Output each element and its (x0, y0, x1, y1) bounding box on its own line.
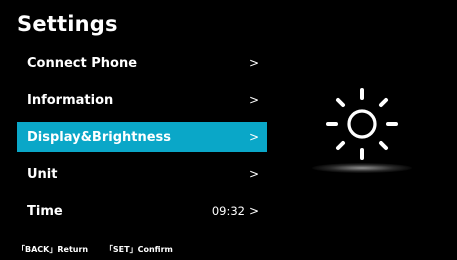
time-value: 09:32 (211, 204, 245, 218)
menu-item-information[interactable]: Information > (17, 85, 267, 115)
chevron-right-icon: > (249, 93, 260, 107)
page-title: Settings (17, 12, 118, 36)
settings-screen: Settings Connect Phone > Information > D… (0, 0, 457, 260)
footer-hints: 「BACK」Return 「SET」Confirm (17, 244, 187, 255)
sun-reflection-glow (312, 163, 412, 173)
chevron-right-icon: > (249, 56, 260, 70)
settings-menu: Connect Phone > Information > Display&Br… (17, 48, 267, 233)
menu-item-connect-phone[interactable]: Connect Phone > (17, 48, 267, 78)
menu-item-label: Time (27, 203, 63, 219)
menu-item-display-brightness[interactable]: Display&Brightness > (17, 122, 267, 152)
menu-item-label: Unit (27, 166, 58, 182)
menu-item-label: Information (27, 92, 114, 108)
chevron-right-icon: > (249, 204, 260, 218)
chevron-right-icon: > (249, 167, 260, 181)
set-hint: 「SET」Confirm (104, 245, 173, 254)
menu-item-unit[interactable]: Unit > (17, 159, 267, 189)
chevron-right-icon: > (249, 130, 260, 144)
menu-item-label: Connect Phone (27, 55, 138, 71)
back-hint: 「BACK」Return (17, 245, 89, 254)
menu-item-label: Display&Brightness (27, 129, 172, 145)
menu-item-time[interactable]: Time 09:32 > (17, 196, 267, 226)
